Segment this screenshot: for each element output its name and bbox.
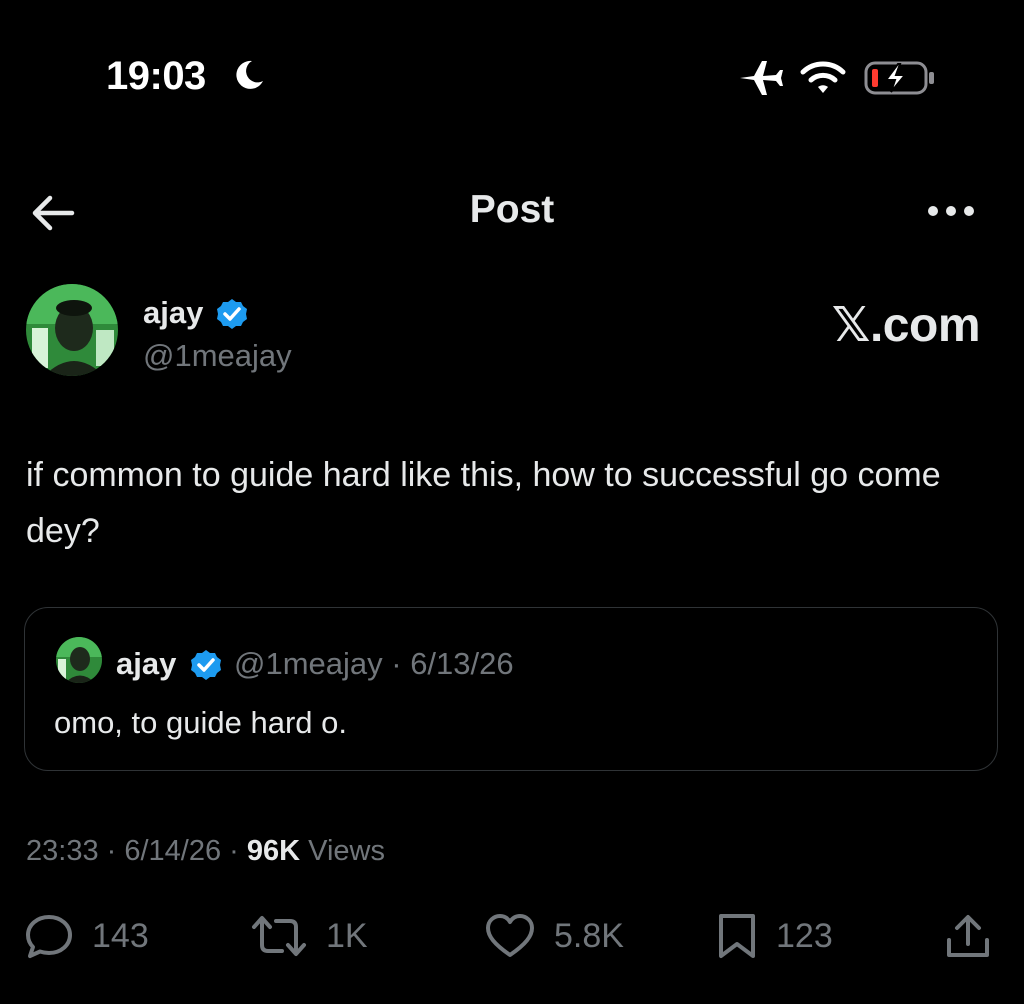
- battery-charging-icon: [864, 58, 936, 98]
- page-title: Post: [469, 188, 555, 231]
- verified-icon: [216, 298, 248, 330]
- watermark: 𝕏.com: [831, 299, 981, 352]
- author-handle[interactable]: @1meajay: [143, 340, 292, 371]
- like-button[interactable]: 5.8K: [484, 912, 624, 960]
- reply-icon: [26, 915, 72, 958]
- views-count[interactable]: 96K: [247, 835, 300, 867]
- share-icon: [947, 915, 989, 957]
- like-count: 5.8K: [554, 916, 624, 955]
- author-name[interactable]: ajay: [143, 297, 203, 328]
- views-label: Views: [308, 835, 385, 867]
- more-icon[interactable]: [926, 204, 976, 218]
- reply-button[interactable]: 143: [24, 912, 149, 960]
- bookmark-count: 123: [776, 916, 833, 955]
- quoted-avatar[interactable]: [56, 637, 102, 683]
- quoted-post-text: omo, to guide hard o.: [54, 705, 347, 740]
- bookmark-button[interactable]: 123: [716, 912, 833, 960]
- quoted-author-name: ajay: [116, 646, 177, 681]
- quoted-post[interactable]: [24, 607, 998, 771]
- repost-icon: [252, 916, 306, 956]
- moon-icon: [232, 58, 266, 92]
- status-time: 19:03: [106, 54, 206, 98]
- heart-icon: [486, 914, 534, 957]
- post-time-date: 23:33 · 6/14/26 ·: [26, 835, 239, 867]
- bookmark-icon: [719, 914, 755, 958]
- verified-icon: [190, 649, 222, 681]
- post-text: if common to guide hard like this, how t…: [26, 456, 941, 550]
- share-button[interactable]: [944, 912, 992, 960]
- reply-count: 143: [92, 916, 149, 955]
- repost-button[interactable]: 1K: [250, 912, 368, 960]
- repost-count: 1K: [326, 916, 368, 955]
- wifi-icon: [800, 58, 846, 98]
- quoted-handle-date: @1meajay · 6/13/26: [234, 646, 514, 681]
- avatar[interactable]: [26, 284, 118, 376]
- airplane-icon: [738, 58, 784, 98]
- post-meta: 23:33 · 6/14/26 · 96K Views: [26, 837, 385, 866]
